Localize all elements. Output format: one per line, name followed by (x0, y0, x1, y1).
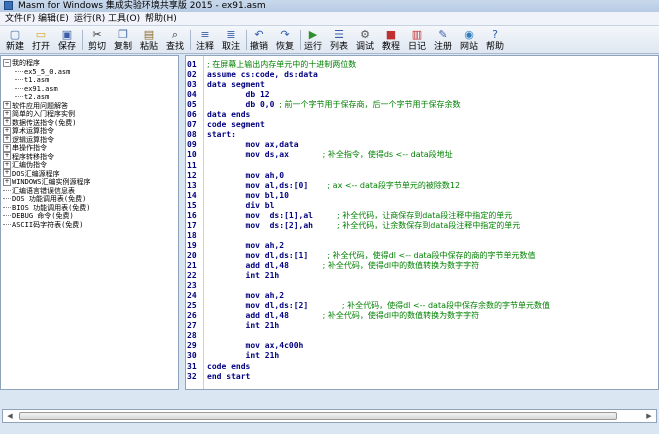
tree-connector (15, 96, 23, 97)
code-text: int 21h (207, 271, 280, 281)
toolbar-button-save[interactable]: ▣ 保存 (54, 27, 80, 53)
new-file-icon: ▢ (9, 28, 21, 41)
code-text: mov ds,ax (207, 150, 323, 160)
code-text: mov ds:[2],ah (207, 220, 338, 230)
scroll-right-icon[interactable]: ▶ (642, 410, 656, 422)
code-area[interactable]: ; 在屏幕上输出内存单元中的十进制两位数 assume cs:code, ds:d… (205, 56, 658, 389)
code-comment: ; 补全代码，使得dl中的数值转换为数字字符 (322, 311, 480, 321)
list-icon: ☰ (334, 28, 344, 41)
save-icon: ▣ (61, 28, 73, 41)
code-text: mov ax,4c00h (207, 341, 304, 351)
code-comment: ; 补全代码，使得dl <-- data段中保存的商的字节单元数值 (327, 250, 536, 260)
code-text: db 12 (207, 90, 270, 100)
horizontal-scrollbar[interactable]: ◀ ▶ (2, 409, 657, 423)
tree-connector (3, 206, 11, 208)
code-comment: ; 补全代码，让商保存到data段注释中指定的单元 (337, 210, 513, 220)
menu-bar: 文件(F) 编辑(E) 运行(R) 工具(O) 帮助(H) (0, 12, 659, 26)
code-text: int 21h (207, 321, 280, 331)
diary-icon: ▥ (411, 28, 423, 41)
comment-icon: ≡ (200, 28, 210, 41)
code-text: assume cs:code, ds:data (207, 70, 318, 80)
code-text: mov ds:[1],al (207, 210, 338, 220)
tree-folder-item[interactable]: ASCII码字符表(免费) (3, 219, 84, 230)
cut-icon: ✂ (92, 28, 102, 41)
code-text: start: (207, 130, 236, 140)
code-text: code ends (207, 361, 251, 371)
line-number-gutter: 01 02 03 04 05 06 07 08 09 10 11 12 13 14 15 16 17 18 19 20… (186, 56, 204, 389)
code-comment: ; 补全代码，使得dl中的数值转换为数字字符 (322, 261, 480, 270)
code-text: db 0,0 (207, 100, 280, 110)
code-line[interactable]: mov ds,ax ; 补全指令，使得ds <-- data段地址 (207, 149, 453, 160)
code-editor[interactable]: 01 02 03 04 05 06 07 08 09 10 11 12 13 14 15 16 17 18 19 20… (185, 55, 659, 390)
tree-connector (3, 198, 11, 199)
line-number: 32 (187, 371, 197, 381)
title-bar: Masm for Windows 集成实验环境共享版 2015 - ex91.a… (0, 0, 659, 12)
scroll-thumb[interactable] (19, 412, 617, 420)
tree-connector (15, 70, 23, 72)
tutorial-icon: ■ (385, 28, 397, 41)
copy-icon: ❐ (118, 28, 128, 41)
tree-connector (3, 215, 11, 216)
code-text: mov dl,ds:[2] (207, 301, 342, 311)
code-text: mov dl,ds:[1] (207, 250, 328, 260)
menu-file[interactable]: 文件(F) (5, 12, 35, 26)
menu-edit[interactable]: 编辑(E) (38, 12, 69, 26)
code-line[interactable]: int 21h (207, 320, 280, 331)
code-text: mov ax,data (207, 140, 299, 150)
toolbar-button-help[interactable]: ? 帮助 (482, 27, 508, 53)
menu-help[interactable]: 帮助(H) (145, 12, 177, 26)
code-text: mov ah,0 (207, 170, 285, 180)
code-text: end start (207, 371, 251, 381)
code-text: int 21h (207, 351, 280, 361)
code-text: data ends (207, 110, 251, 120)
collapse-icon[interactable]: − (3, 58, 11, 67)
tree-connector (15, 79, 23, 80)
code-text: mov ah,2 (207, 291, 285, 301)
menu-run[interactable]: 运行(R) (74, 12, 105, 26)
app-icon (4, 1, 13, 10)
redo-icon: ↷ (280, 28, 290, 41)
undo-icon: ↶ (254, 28, 264, 41)
code-text: add dl,48 (207, 261, 323, 270)
code-line[interactable]: mov ds:[2],ah ; 补全代码，让余数保存到data段注释中指定的单元 (207, 220, 521, 231)
find-icon: ⌕ (171, 28, 179, 41)
toolbar-button-find[interactable]: ⌕ 查找 (162, 27, 188, 53)
website-icon: ◉ (464, 28, 474, 41)
code-comment: ; 补全代码，让余数保存到data段注释中指定的单元 (337, 220, 521, 230)
tree-connector (3, 223, 11, 225)
code-text: mov al,ds:[0] (207, 180, 328, 190)
code-line[interactable]: end start (207, 371, 250, 382)
tree-connector (15, 87, 23, 89)
scroll-left-icon[interactable]: ◀ (3, 410, 17, 422)
code-text: code segment (207, 120, 265, 130)
code-comment: ; 补全指令，使得ds <-- data段地址 (322, 150, 453, 160)
register-icon: ✎ (438, 28, 448, 41)
debug-icon: ⚙ (360, 28, 370, 41)
code-comment: ; ax <-- data段字节单元的被除数12 (327, 180, 461, 190)
code-text: mov ah,2 (207, 240, 285, 250)
code-text: ; 在屏幕上输出内存单元中的十进制两位数 (207, 60, 357, 69)
code-text: mov bl,10 (207, 190, 289, 200)
output-panel: ◀ ▶ (0, 390, 659, 434)
code-text: add dl,48 (207, 311, 323, 321)
program-tree[interactable]: − 我的程序 ex5_5_0.asm t1.asm ex91.asm t2.asm + 软件应… (0, 55, 179, 390)
open-folder-icon: ▭ (35, 28, 47, 41)
code-text: div bl (207, 200, 275, 210)
toolbar-button-label: 帮助 (485, 42, 504, 52)
paste-icon: ▤ (143, 28, 155, 41)
tree-connector (3, 189, 11, 191)
run-icon: ▶ (308, 28, 318, 41)
menu-tools[interactable]: 工具(O) (108, 12, 140, 26)
code-text: data segment (207, 80, 265, 90)
code-line[interactable]: int 21h (207, 270, 280, 281)
toolbar: ▢ 新建 ▭ 打开 ▣ 保存 ✂ 剪切 ❐ 复制 ▤ 粘贴 ⌕ 查找 ≡ 注释 ≣ 取注 ↶ 撤销 ↷ 恢复 ▶ 运行 ☰ 列表 ⚙… (0, 26, 659, 54)
tree-item-label: ASCII码字符表(免费) (12, 220, 84, 229)
help-icon: ? (492, 28, 498, 41)
uncomment-icon: ≣ (226, 28, 236, 41)
code-comment: ; 前一个字节用于保存商，后一个字节用于保存余数 (279, 100, 461, 110)
code-comment: ; 补全代码，使得dl <-- data段中保存余数的字节单元数值 (341, 301, 550, 311)
window-title: Masm for Windows 集成实验环境共享版 2015 - ex91.a… (18, 1, 266, 11)
